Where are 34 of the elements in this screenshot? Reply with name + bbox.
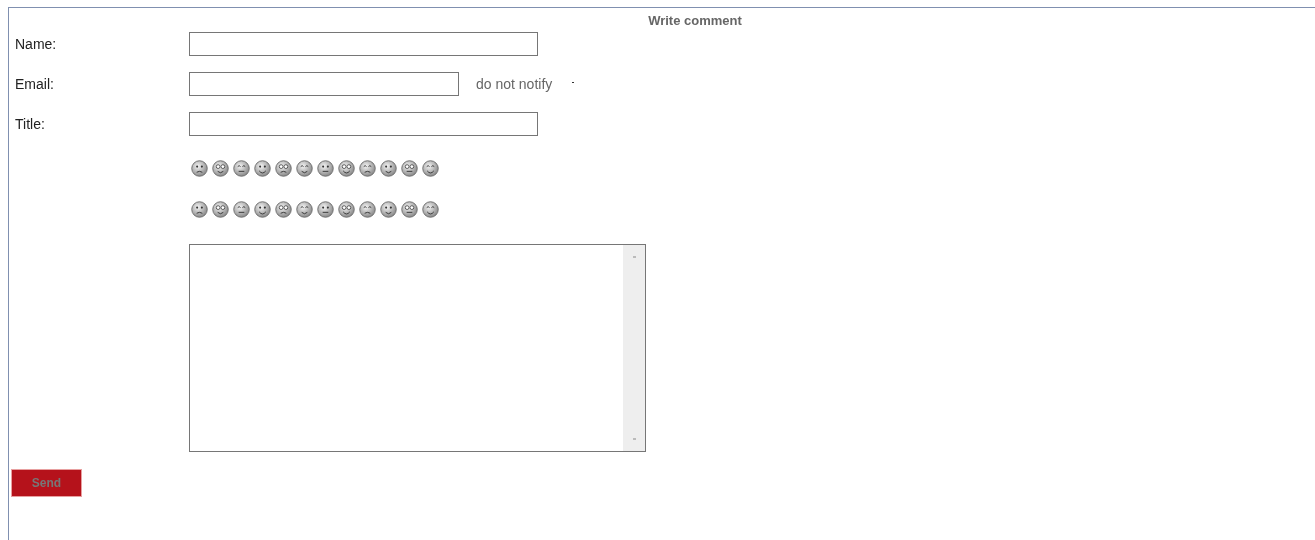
text-field[interactable] [189,111,538,136]
smiley-icon[interactable] [338,200,355,218]
smiley-icon[interactable] [296,159,313,177]
field-label: Title: [15,114,46,134]
smiley-icon[interactable] [296,200,313,218]
smiley-icon[interactable] [380,159,397,177]
smiley-icon[interactable] [317,159,334,177]
smiley-icon[interactable] [359,200,376,218]
smiley-icon[interactable] [212,159,229,177]
email-field[interactable] [189,71,459,96]
text-field[interactable] [189,31,538,56]
smiley-icon[interactable] [422,159,439,177]
smiley-icon[interactable] [275,200,292,218]
smiley-icon[interactable] [422,200,439,218]
smiley-icon[interactable] [212,200,229,218]
notify-option: do not notify [476,73,553,94]
smiley-icon[interactable] [401,159,418,177]
send-button[interactable]: Send [11,468,82,497]
field-label: Name: [15,34,58,54]
smiley-icon[interactable] [317,200,334,218]
smiley-icon[interactable] [191,159,208,177]
smiley-icon[interactable] [233,200,250,218]
smiley-icon[interactable] [254,200,271,218]
smiley-icon[interactable] [401,200,418,218]
dot-mark [572,82,575,83]
field-label: Email: [15,74,55,94]
form-title: Write comment [647,12,743,30]
smiley-icon[interactable] [380,200,397,218]
smiley-icon[interactable] [359,159,376,177]
smiley-icon[interactable] [233,159,250,177]
smiley-icon[interactable] [191,200,208,218]
smiley-icon[interactable] [254,159,271,177]
smiley-icon[interactable] [338,159,355,177]
smiley-icon[interactable] [275,159,292,177]
